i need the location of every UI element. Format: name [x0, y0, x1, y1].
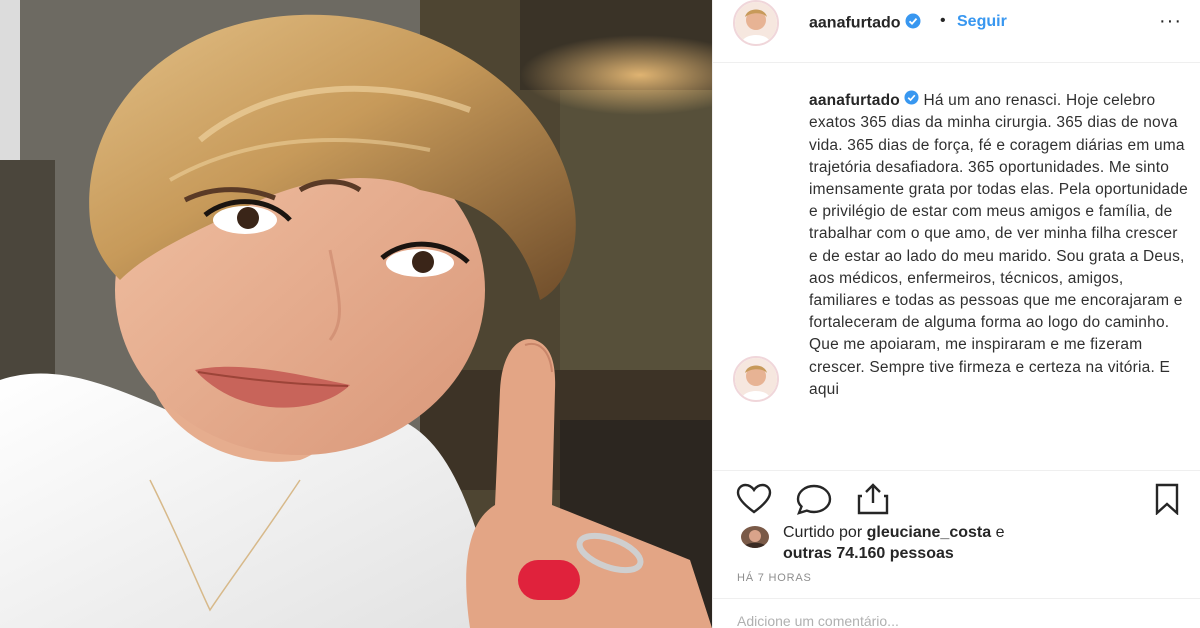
likes-conj: e — [995, 524, 1005, 541]
save-bookmark-icon[interactable] — [1151, 483, 1183, 515]
liker-avatar-image — [741, 526, 769, 548]
comment-icon[interactable] — [795, 483, 833, 515]
separator-dot: • — [940, 12, 946, 29]
caption-avatar[interactable] — [733, 356, 779, 402]
follow-button[interactable]: Seguir — [957, 13, 1007, 31]
action-bar — [713, 470, 1200, 529]
post-timestamp[interactable]: HÁ 7 HORAS — [737, 572, 812, 584]
post-sidebar: aanafurtado • Seguir ··· aanafurtado Há … — [712, 0, 1200, 628]
liked-by-user[interactable]: gleuciane_costa — [867, 524, 992, 541]
caption-text: Há um ano renasci. Hoje celebro exatos 3… — [809, 92, 1188, 398]
avatar-image — [735, 358, 777, 400]
instagram-post: aanafurtado • Seguir ··· aanafurtado Há … — [0, 0, 1200, 628]
caption-username[interactable]: aanafurtado — [809, 92, 900, 109]
caption: aanafurtado Há um ano renasci. Hoje cele… — [809, 90, 1189, 401]
comment-bar: Adicione um comentário... — [713, 598, 1200, 628]
post-header: aanafurtado • Seguir ··· — [713, 0, 1200, 63]
more-options-icon[interactable]: ··· — [1159, 10, 1182, 33]
comment-input[interactable]: Adicione um comentário... — [737, 613, 899, 628]
likes-others[interactable]: outras 74.160 pessoas — [783, 545, 954, 562]
liker-avatar[interactable] — [741, 526, 769, 548]
caption-verified-icon — [904, 90, 919, 112]
like-icon[interactable] — [735, 483, 773, 515]
share-icon[interactable] — [855, 483, 891, 515]
author-avatar[interactable] — [733, 0, 779, 46]
author-username[interactable]: aanafurtado — [809, 15, 901, 32]
post-photo-illustration — [0, 0, 712, 628]
avatar-image — [735, 2, 777, 44]
verified-icon — [905, 13, 921, 34]
likes-summary: Curtido por gleuciane_costa e outras 74.… — [783, 522, 1004, 564]
likes-prefix: Curtido por — [783, 524, 863, 541]
author-username-row: aanafurtado — [809, 13, 921, 34]
post-photo — [0, 0, 712, 628]
caption-container: aanafurtado Há um ano renasci. Hoje cele… — [809, 90, 1189, 466]
